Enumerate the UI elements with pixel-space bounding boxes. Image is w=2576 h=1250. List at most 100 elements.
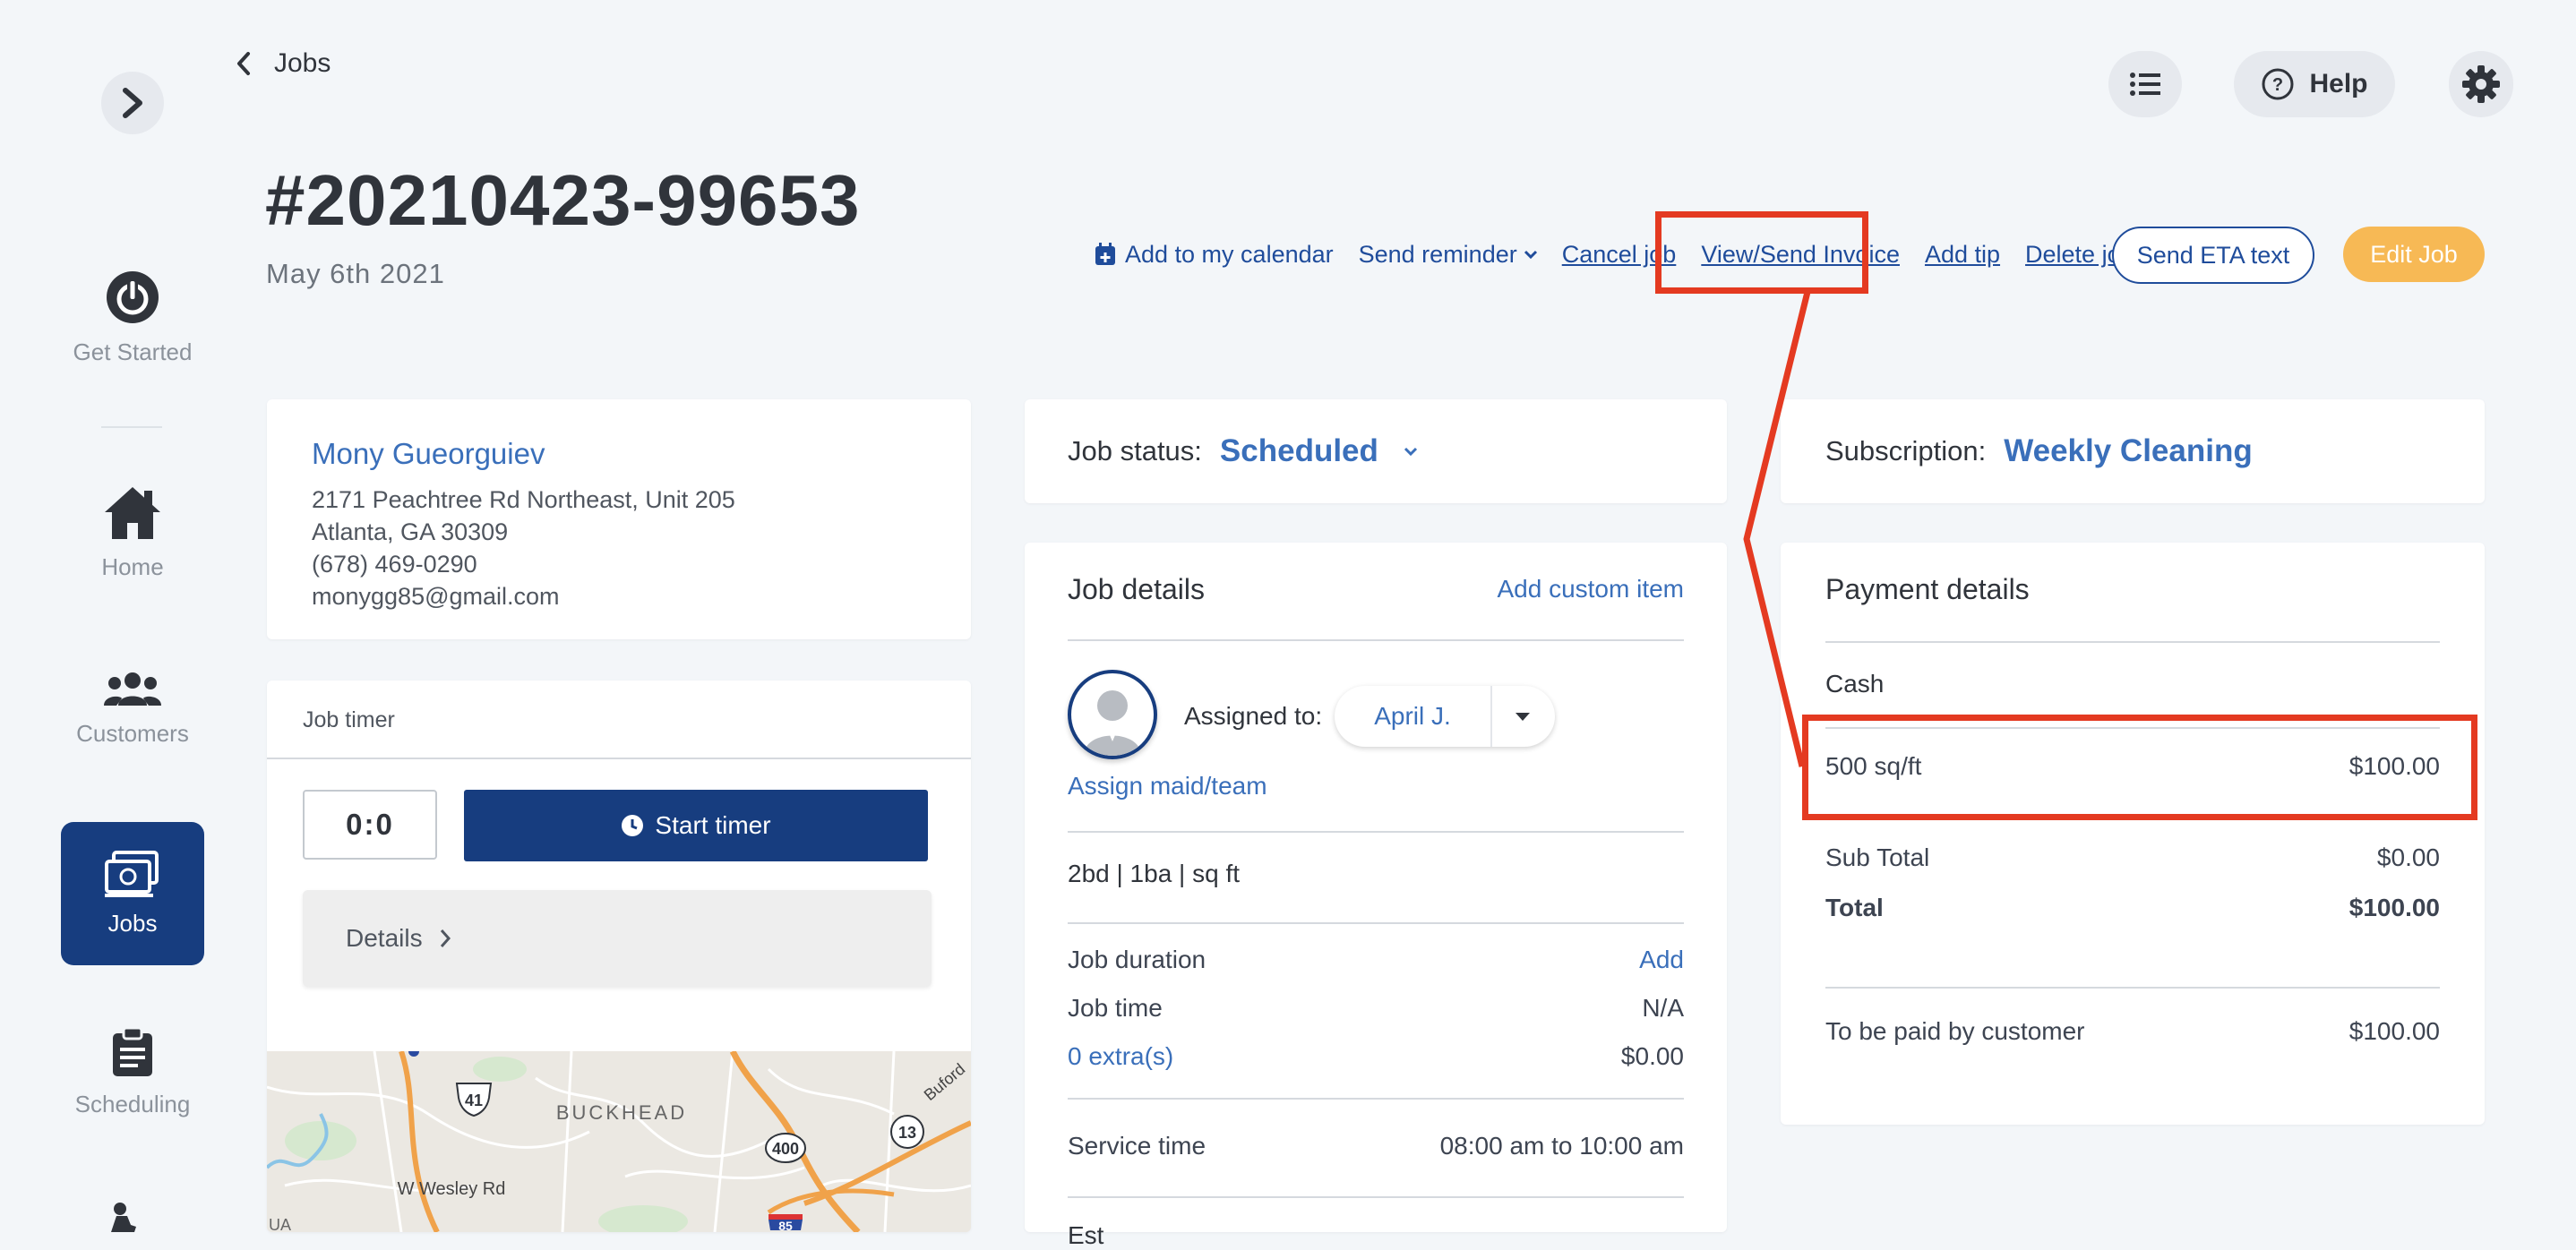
job-status-card: Job status: Scheduled bbox=[1025, 399, 1727, 503]
clock-icon bbox=[622, 815, 644, 836]
divider bbox=[1825, 987, 2440, 989]
subscription-value[interactable]: Weekly Cleaning bbox=[2004, 433, 2253, 469]
sidebar-item-home[interactable]: Home bbox=[61, 485, 204, 581]
customer-address-line2: Atlanta, GA 30309 bbox=[312, 518, 509, 545]
sidebar-item-get-started[interactable]: Get Started bbox=[61, 269, 204, 366]
caret-down-icon bbox=[1516, 713, 1530, 721]
send-eta-button[interactable]: Send ETA text bbox=[2112, 227, 2314, 284]
job-timer-card: Job timer 0:0 Start timer Details 41 400… bbox=[267, 681, 971, 1232]
subscription-row: Subscription: Weekly Cleaning bbox=[1825, 433, 2253, 469]
subtotal-row: Sub Total $0.00 bbox=[1825, 843, 2440, 872]
add-custom-item-link[interactable]: Add custom item bbox=[1497, 575, 1684, 604]
map-label-wesley: W Wesley Rd bbox=[398, 1179, 506, 1199]
total-row: Total $100.00 bbox=[1825, 894, 2440, 922]
customer-email: monygg85@gmail.com bbox=[312, 583, 560, 610]
divider bbox=[267, 758, 971, 759]
assignee-name: April J. bbox=[1374, 702, 1451, 730]
customers-icon bbox=[104, 672, 161, 706]
divider bbox=[1068, 831, 1684, 833]
help-icon: ? bbox=[2262, 68, 2294, 100]
sidebar-item-label: Home bbox=[101, 553, 164, 580]
job-status-dropdown[interactable]: Scheduled bbox=[1220, 433, 1420, 469]
customer-phone: (678) 469-0290 bbox=[312, 551, 477, 578]
home-icon bbox=[105, 487, 160, 539]
job-status-value: Scheduled bbox=[1219, 433, 1378, 468]
settings-button[interactable] bbox=[2449, 51, 2513, 117]
add-tip-link[interactable]: Add tip bbox=[1925, 241, 2000, 269]
chevron-down-icon bbox=[1404, 447, 1417, 457]
job-status-row: Job status: Scheduled bbox=[1068, 433, 1420, 469]
start-timer-label: Start timer bbox=[655, 811, 771, 839]
job-status-label: Job status: bbox=[1068, 435, 1202, 467]
sidebar-item-customers[interactable]: Customers bbox=[61, 672, 204, 748]
help-button[interactable]: ? Help bbox=[2234, 51, 2395, 117]
start-timer-button[interactable]: Start timer bbox=[464, 790, 928, 861]
map-shield-400: 400 bbox=[772, 1140, 799, 1158]
payment-details-title: Payment details bbox=[1825, 573, 2030, 605]
chevron-right-icon bbox=[123, 88, 142, 118]
sidebar-item-jobs[interactable]: Jobs bbox=[61, 822, 204, 965]
job-duration-row: Job duration Add bbox=[1068, 946, 1684, 974]
clipboard-icon bbox=[113, 1026, 152, 1076]
sidebar-item-partial[interactable] bbox=[104, 1202, 140, 1237]
divider bbox=[1068, 922, 1684, 924]
back-link[interactable]: Jobs bbox=[236, 48, 331, 79]
divider bbox=[1068, 1196, 1684, 1198]
extras-value: $0.00 bbox=[1620, 1042, 1684, 1070]
assign-maid-team-link[interactable]: Assign maid/team bbox=[1068, 772, 1267, 801]
send-reminder-dropdown[interactable]: Send reminder bbox=[1359, 241, 1539, 269]
assignee-select[interactable]: April J. bbox=[1335, 686, 1555, 747]
sidebar-toggle-button[interactable] bbox=[101, 72, 164, 134]
person-icon bbox=[111, 1203, 136, 1232]
to-be-paid-row: To be paid by customer $100.00 bbox=[1825, 1017, 2440, 1046]
subtotal-value: $0.00 bbox=[2376, 843, 2440, 871]
divider bbox=[1825, 641, 2440, 643]
customer-name[interactable]: Mony Gueorguiev bbox=[312, 437, 545, 471]
to-be-paid-value: $100.00 bbox=[2348, 1017, 2440, 1045]
subscription-label: Subscription: bbox=[1825, 435, 1987, 467]
timer-display: 0:0 bbox=[303, 790, 437, 860]
divider bbox=[1068, 1098, 1684, 1100]
job-details-card: Job details Add custom item Assigned to:… bbox=[1025, 543, 1727, 1249]
details-label: Details bbox=[346, 924, 423, 952]
add-duration-link[interactable]: Add bbox=[1639, 946, 1684, 974]
timer-details-toggle[interactable]: Details bbox=[303, 890, 932, 987]
select-divider bbox=[1490, 686, 1492, 747]
timer-title: Job timer bbox=[303, 707, 395, 732]
power-icon bbox=[107, 271, 159, 323]
add-calendar-link[interactable]: Add to my calendar bbox=[1095, 241, 1334, 269]
sidebar-item-label: Scheduling bbox=[74, 1091, 191, 1117]
sidebar-item-label: Customers bbox=[76, 720, 189, 747]
list-icon bbox=[2130, 73, 2160, 96]
edit-job-button[interactable]: Edit Job bbox=[2343, 227, 2485, 282]
job-time-value: N/A bbox=[1642, 994, 1684, 1022]
list-view-button[interactable] bbox=[2108, 51, 2182, 117]
job-time-label: Job time bbox=[1068, 994, 1163, 1022]
map-shield-13: 13 bbox=[898, 1124, 916, 1142]
service-time-value: 08:00 am to 10:00 am bbox=[1439, 1132, 1684, 1160]
chevron-right-icon bbox=[440, 929, 451, 947]
payment-method: Cash bbox=[1825, 670, 1885, 698]
user-avatar-icon bbox=[1084, 690, 1141, 756]
jobs-icon bbox=[105, 850, 159, 897]
to-be-paid-label: To be paid by customer bbox=[1825, 1017, 2085, 1045]
map-view[interactable]: 41 400 13 85 BUCKHEAD W Wesley Rd Buford… bbox=[267, 1051, 971, 1232]
extras-link[interactable]: 0 extra(s) bbox=[1068, 1042, 1173, 1071]
map-image: 41 400 13 85 BUCKHEAD W Wesley Rd Buford… bbox=[267, 1051, 971, 1232]
service-time-label: Service time bbox=[1068, 1132, 1206, 1160]
map-label-buckhead: BUCKHEAD bbox=[556, 1101, 687, 1124]
total-label: Total bbox=[1825, 894, 1884, 921]
map-shield-41: 41 bbox=[465, 1092, 483, 1109]
job-time-row: Job time N/A bbox=[1068, 994, 1684, 1023]
calendar-plus-icon bbox=[1095, 243, 1115, 265]
service-time-row: Service time 08:00 am to 10:00 am bbox=[1068, 1132, 1684, 1160]
total-value: $100.00 bbox=[2348, 894, 2440, 921]
customer-info: 2171 Peachtree Rd Northeast, Unit 205 At… bbox=[312, 484, 735, 612]
customer-card: Mony Gueorguiev 2171 Peachtree Rd Northe… bbox=[267, 399, 971, 639]
job-duration-label: Job duration bbox=[1068, 946, 1206, 973]
map-label-partial: UA bbox=[269, 1216, 291, 1232]
divider bbox=[1068, 639, 1684, 641]
sidebar-item-scheduling[interactable]: Scheduling bbox=[61, 1026, 204, 1118]
job-date: May 6th 2021 bbox=[266, 258, 445, 289]
highlight-box-invoice-link bbox=[1655, 211, 1868, 294]
